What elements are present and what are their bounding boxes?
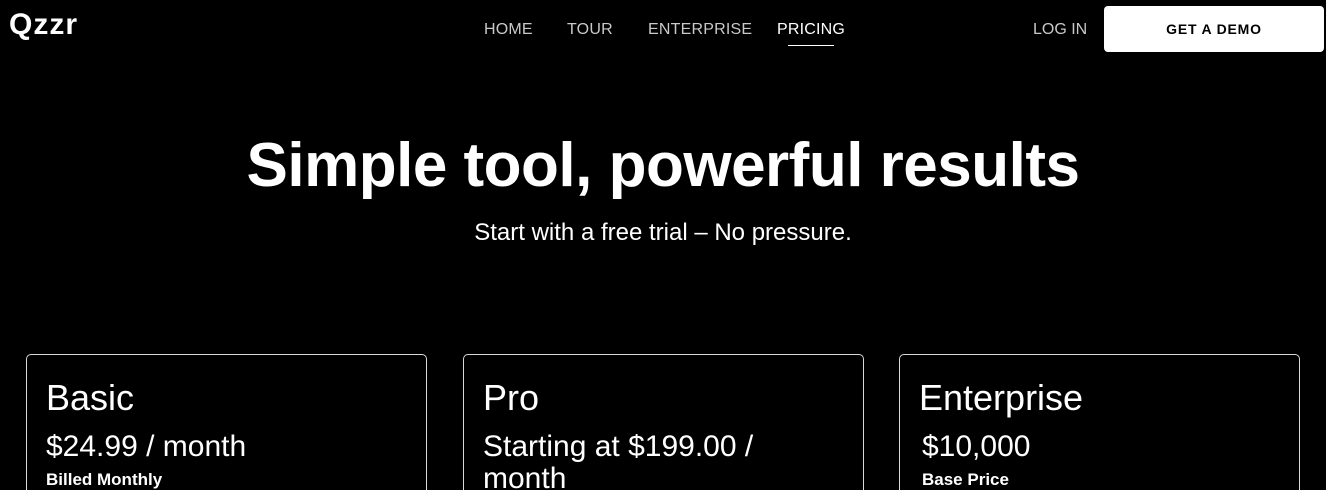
plan-price: $10,000 xyxy=(922,430,1031,463)
plan-card-basic[interactable]: Basic $24.99 / month Billed Monthly xyxy=(26,354,427,490)
plan-card-pro[interactable]: Pro Starting at $199.00 / month xyxy=(463,354,864,490)
hero-subtitle: Start with a free trial – No pressure. xyxy=(474,219,852,246)
plan-name: Pro xyxy=(483,377,540,418)
login-link[interactable]: LOG IN xyxy=(1033,20,1087,40)
nav-home[interactable]: HOME xyxy=(484,20,533,40)
nav-tour[interactable]: TOUR xyxy=(567,20,613,40)
hero-title: Simple tool, powerful results xyxy=(246,131,1080,200)
plan-billing-note: Billed Monthly xyxy=(46,470,163,489)
get-a-demo-button[interactable]: GET A DEMO xyxy=(1104,6,1324,52)
pricing-page: Qzzr HOME TOUR ENTERPRISE PRICING LOG IN… xyxy=(0,0,1326,490)
plan-billing-note: Base Price xyxy=(922,470,1009,489)
plan-card-enterprise[interactable]: Enterprise $10,000 Base Price xyxy=(899,354,1300,490)
plan-price: $24.99 / month xyxy=(46,430,247,463)
nav-enterprise[interactable]: ENTERPRISE xyxy=(648,20,752,40)
plan-name: Enterprise xyxy=(919,377,1084,418)
plan-price: Starting at $199.00 / month xyxy=(483,430,754,490)
plan-name: Basic xyxy=(46,377,135,418)
nav-pricing[interactable]: PRICING xyxy=(777,20,845,46)
